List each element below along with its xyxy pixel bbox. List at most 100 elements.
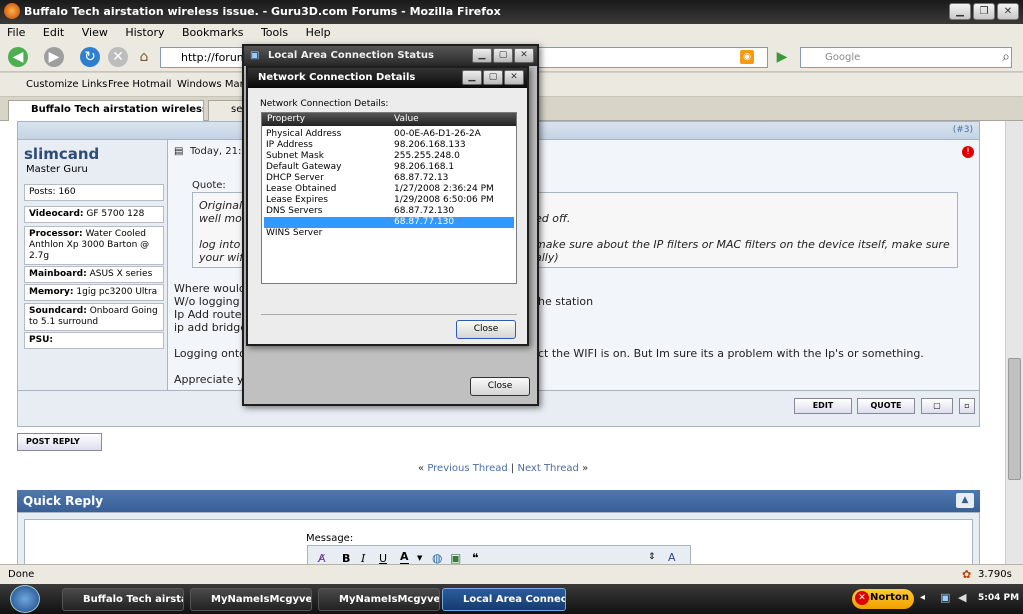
body-line: Where would — [174, 282, 246, 295]
addon-icon[interactable]: ✿ — [962, 568, 971, 581]
taskbar-label: MyNameIsMcgyver... — [211, 594, 312, 605]
taskbar-item-mcgyver-2[interactable]: MyNameIsMcgyver... — [318, 588, 440, 611]
home-icon[interactable]: ⌂ — [134, 47, 154, 67]
edit-button[interactable]: EDIT — [794, 398, 852, 414]
bold-icon[interactable]: B — [342, 552, 350, 564]
font-color-icon[interactable]: A — [400, 550, 409, 564]
search-icon[interactable]: ⌕ — [996, 47, 1016, 67]
list-header: Property Value — [262, 113, 516, 126]
bookmark-free-hotmail[interactable]: Free Hotmail — [108, 79, 171, 90]
collapse-icon[interactable]: ▲ — [956, 493, 974, 508]
norton-label: Norton — [870, 592, 909, 603]
tab-label: Buffalo Tech airstation wireless i... — [31, 104, 204, 115]
maximize-button[interactable]: ❐ — [973, 3, 995, 20]
post-number[interactable]: (#3) — [953, 125, 973, 135]
username[interactable]: slimcand — [24, 145, 99, 163]
resize-icon[interactable]: ⇕ — [648, 552, 656, 562]
table-row[interactable]: Lease Expires 1/29/2008 6:50:06 PM — [264, 195, 514, 206]
menu-view[interactable]: View — [75, 24, 115, 41]
menu-help[interactable]: Help — [299, 24, 338, 41]
go-icon[interactable]: ▶ — [772, 47, 792, 67]
next-arrow-icon: » — [582, 463, 589, 474]
body-line: ct the WIFI is on. But Im sure its a pro… — [538, 347, 924, 360]
vertical-scrollbar[interactable] — [1005, 121, 1023, 564]
details-minimize-button[interactable]: ▁ — [462, 70, 482, 85]
body-line: Logging onto — [174, 347, 246, 360]
details-close-button[interactable]: ✕ — [504, 70, 524, 85]
quote-label: Quote: — [192, 180, 226, 191]
scrollbar-thumb[interactable] — [1008, 358, 1021, 480]
user-stat-mainboard: Mainboard: ASUS X series — [24, 266, 164, 283]
tray-expand-icon[interactable]: ◂ — [920, 592, 925, 603]
status-close-button[interactable]: Close — [470, 377, 530, 396]
bookmark-customize-links[interactable]: Customize Links — [26, 79, 107, 90]
table-row[interactable]: Default Gateway 98.206.168.1 — [264, 162, 514, 173]
underline-icon[interactable]: U — [379, 552, 387, 564]
quote-icon[interactable]: ❝ — [472, 551, 478, 564]
firefox-icon — [4, 3, 20, 19]
switch-mode-icon[interactable]: A — [668, 551, 676, 564]
thread-nav-separator: | — [510, 463, 515, 474]
network-tray-icon[interactable]: ▣ — [940, 591, 950, 604]
taskbar-item-firefox[interactable]: Buffalo Tech airsta... — [62, 588, 184, 611]
table-row[interactable]: Subnet Mask 255.255.248.0 — [264, 151, 514, 162]
search-input[interactable]: Google — [800, 47, 1012, 68]
message-label: Message: — [306, 533, 354, 544]
quick-reply-button[interactable]: ▫ — [959, 398, 975, 414]
column-property[interactable]: Property — [267, 114, 305, 124]
details-close-button-bottom[interactable]: Close — [456, 320, 516, 339]
table-row[interactable]: DHCP Server 68.87.72.13 — [264, 173, 514, 184]
table-row[interactable]: Lease Obtained 1/27/2008 2:36:24 PM — [264, 184, 514, 195]
table-row[interactable]: DNS Servers 68.87.72.130 — [264, 206, 514, 217]
taskbar-item-mcgyver-1[interactable]: MyNameIsMcgyver... — [190, 588, 312, 611]
norton-x-icon: ✕ — [855, 591, 869, 605]
user-stat-videocard: Videocard: GF 5700 128 — [24, 206, 164, 223]
post-reply-button[interactable]: POST REPLY — [17, 433, 102, 451]
volume-tray-icon[interactable]: ◀ — [958, 591, 966, 604]
report-icon[interactable]: ! — [962, 146, 974, 158]
link-icon[interactable]: ◍ — [432, 551, 442, 564]
dialog-close-button[interactable]: ✕ — [514, 48, 534, 63]
table-row-selected[interactable]: 68.87.77.130 — [264, 217, 514, 228]
quote-line: your wifi — [199, 251, 247, 264]
norton-badge[interactable]: ✕ Norton — [852, 589, 914, 609]
rss-icon[interactable]: ◉ — [740, 50, 754, 64]
back-icon[interactable]: ◀ — [8, 47, 28, 67]
italic-icon[interactable]: I — [361, 552, 365, 564]
menu-file[interactable]: File — [0, 24, 32, 41]
tab-buffalo-tech[interactable]: Buffalo Tech airstation wireless i... — [8, 100, 204, 121]
menu-edit[interactable]: Edit — [36, 24, 71, 41]
forward-icon[interactable]: ▶ — [44, 47, 64, 67]
table-row[interactable]: WINS Server — [264, 228, 514, 239]
dialog-maximize-button[interactable]: ▢ — [493, 48, 513, 63]
close-button[interactable]: ✕ — [997, 3, 1019, 20]
quote-line: log into — [199, 238, 241, 251]
details-title: Network Connection Details — [258, 72, 416, 83]
post-date: Today, 21:5 — [190, 146, 248, 157]
column-value[interactable]: Value — [394, 114, 419, 124]
previous-thread-link[interactable]: Previous Thread — [427, 463, 507, 474]
minimize-button[interactable]: ▁ — [949, 3, 971, 20]
menu-tools[interactable]: Tools — [254, 24, 295, 41]
details-maximize-button[interactable]: ▢ — [483, 70, 503, 85]
user-stat-memory: Memory: 1gig pc3200 Ultra — [24, 284, 164, 301]
image-icon[interactable]: ▣ — [450, 551, 461, 564]
table-row[interactable]: Physical Address 00-0E-A6-D1-26-2A — [264, 129, 514, 140]
menu-bookmarks[interactable]: Bookmarks — [175, 24, 250, 41]
status-bar: Done ✿ 3.790s — [0, 564, 1023, 584]
stop-icon[interactable]: ✕ — [108, 47, 128, 67]
start-button[interactable] — [10, 585, 40, 613]
quote-button[interactable]: QUOTE — [857, 398, 915, 414]
table-row[interactable]: IP Address 98.206.168.133 — [264, 140, 514, 151]
next-thread-link[interactable]: Next Thread — [517, 463, 578, 474]
details-list-view[interactable]: Property Value Physical Address 00-0E-A6-… — [261, 112, 517, 284]
taskbar-item-local-area-connection[interactable]: Local Area Connec... — [442, 588, 566, 611]
chevron-down-icon[interactable]: ▼ — [417, 554, 422, 562]
reload-icon[interactable]: ↻ — [80, 47, 100, 67]
menu-history[interactable]: History — [118, 24, 171, 41]
firefox-title-bar: Buffalo Tech airstation wireless issue. … — [0, 0, 1023, 24]
quote-line: Originall — [199, 199, 246, 212]
multiquote-button[interactable]: ▢ — [921, 398, 953, 414]
remove-format-icon[interactable]: A̸ — [318, 552, 326, 564]
dialog-minimize-button[interactable]: ▁ — [472, 48, 492, 63]
